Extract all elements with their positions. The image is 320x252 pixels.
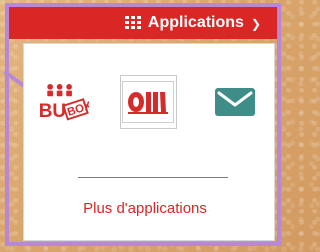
svg-text:BU: BU [39,101,66,122]
bubox-icon: BU BOX [39,83,89,122]
app-mail[interactable] [206,75,263,129]
applications-dropdown-button[interactable]: Applications ❯ [124,12,261,34]
apps-grid-icon [124,16,141,30]
app-catalogue[interactable] [119,75,177,129]
svg-text:BOX: BOX [66,100,89,119]
top-navbar: Applications ❯ [9,7,277,39]
applications-label: Applications [147,14,244,31]
menu-divider [78,177,228,178]
applications-list: BU BOX [33,73,263,131]
mail-icon [214,88,255,116]
chevron-down-icon: ❯ [250,17,261,31]
app-bubox[interactable]: BU BOX [33,75,90,129]
more-applications-link[interactable]: Plus d'applications [0,200,290,218]
catalogue-icon [122,81,174,123]
